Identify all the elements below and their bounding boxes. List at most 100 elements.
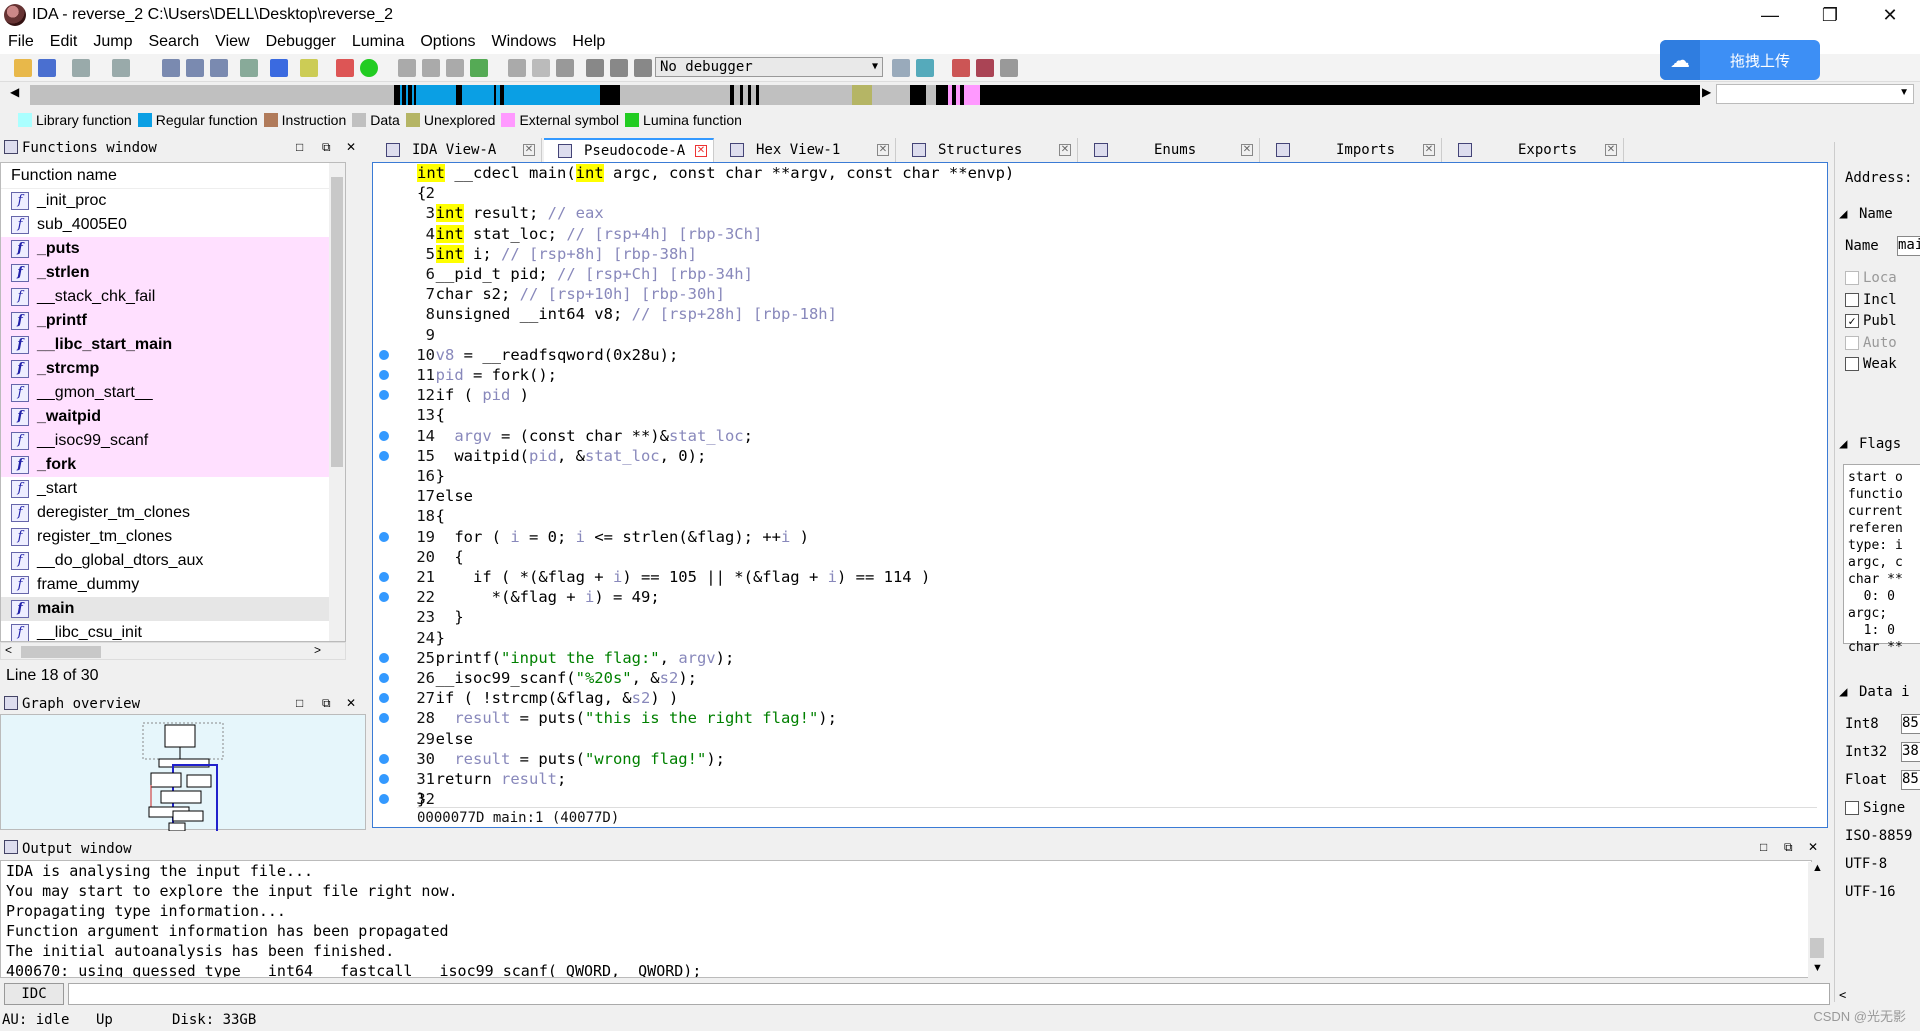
code-line[interactable]: 16 } [373,466,1827,486]
breakpoint-dot-icon[interactable] [379,370,389,380]
disassemble-icon[interactable] [240,59,258,77]
code-line[interactable]: 15 waitpid(pid, &stat_loc, 0); [373,446,1827,466]
function-row[interactable]: f __gmon_start__ [1,381,345,405]
horizontal-scrollbar[interactable]: < > [0,642,346,660]
code-line[interactable]: 29 else [373,729,1827,749]
scroll-down-icon[interactable]: ▼ [1812,962,1823,974]
breakpoint-dot-icon[interactable] [379,390,389,401]
close-icon[interactable]: ✕ [1605,144,1617,156]
function-row[interactable]: f _waitpid [1,405,345,429]
name-input[interactable]: mai [1897,236,1920,256]
option-checkbox[interactable]: ✓ Publ [1845,313,1897,329]
option-checkbox[interactable]: Weak [1845,356,1897,372]
pseudocode-icon[interactable] [300,59,318,77]
scrollbar-thumb[interactable] [21,646,101,658]
tab-pseudocode-a[interactable]: Pseudocode-A ✕ [544,138,714,162]
tab-hex-view-1[interactable]: Hex View-1 ✕ [716,138,896,162]
menu-windows[interactable]: Windows [483,33,564,51]
function-row[interactable]: f _fork [1,453,345,477]
tab-ida-view-a[interactable]: IDA View-A ✕ [372,138,542,162]
navigation-band[interactable] [30,85,1700,105]
function-row[interactable]: f deregister_tm_clones [1,501,345,525]
collapse-icon[interactable]: ◢ [1839,206,1847,222]
scroll-up-icon[interactable]: ▲ [1812,862,1823,874]
code-line[interactable]: 1int __cdecl main(int argc, const char *… [373,163,1827,183]
breakpoint-dot-icon[interactable] [379,572,389,582]
code-line[interactable]: 9 [373,325,1827,345]
function-row[interactable]: f _printf [1,309,345,333]
scroll-left-icon[interactable]: < [1839,988,1846,1002]
output-log[interactable]: IDA is analysing the input file... You ma… [0,860,1812,978]
breakpoint-dot-icon[interactable] [379,430,389,441]
close-icon[interactable]: ✕ [1423,144,1435,156]
menu-jump[interactable]: Jump [85,33,140,51]
nav-dropdown[interactable]: ▼ [1716,84,1914,104]
function-row[interactable]: f _puts [1,237,345,261]
close-icon[interactable]: ✕ [877,144,889,156]
function-row[interactable]: f __libc_csu_init [1,621,345,641]
attach-icon[interactable] [916,59,934,77]
tab-enums[interactable]: Enums ✕ [1080,138,1260,162]
nav-left-arrow-icon[interactable]: ◀ [10,85,19,99]
code-line[interactable]: 3 int result; // eax [373,203,1827,223]
menu-lumina[interactable]: Lumina [344,33,412,51]
back-icon[interactable] [72,59,90,77]
scrollbar[interactable] [329,163,345,641]
functions-list[interactable]: Function name f _init_proc f sub_4005E0 f _pu… [0,162,346,642]
code-line[interactable]: 8 unsigned __int64 v8; // [rsp+28h] [rbp… [373,304,1827,324]
function-row[interactable]: f _strlen [1,261,345,285]
breakpoint-dot-icon[interactable] [379,673,389,683]
breakpoint-dot-icon[interactable] [379,774,389,784]
function-row[interactable]: f _init_proc [1,189,345,213]
minimize-button[interactable]: — [1740,0,1800,30]
search-binary-icon[interactable] [186,59,204,77]
collapse-icon[interactable]: ◢ [1839,684,1847,700]
scroll-left-icon[interactable]: < [5,643,12,657]
function-row[interactable]: f _strcmp [1,357,345,381]
data-value-field[interactable]: 85 [1901,770,1920,790]
open-icon[interactable] [14,59,32,77]
code-line[interactable]: 31 return result; [373,769,1827,789]
save-icon[interactable] [38,59,56,77]
pause-icon[interactable] [610,59,628,77]
menu-help[interactable]: Help [564,33,613,51]
menu-options[interactable]: Options [412,33,483,51]
maximize-icon[interactable]: □ [296,140,303,154]
data-icon[interactable] [422,59,440,77]
close-button[interactable]: ✕ [1860,0,1920,30]
menu-edit[interactable]: Edit [42,33,86,51]
lumina-icon[interactable] [360,59,378,77]
code-line[interactable]: 10 v8 = __readfsqword(0x28u); [373,345,1827,365]
nav-right-arrow-icon[interactable]: ▶ [1702,85,1711,99]
function-row[interactable]: f main [1,597,345,621]
breakpoint-dot-icon[interactable] [379,713,389,724]
close-icon[interactable]: ✕ [523,144,535,156]
stop-icon[interactable] [634,59,652,77]
code-line[interactable]: 5 int i; // [rsp+8h] [rbp-38h] [373,244,1827,264]
close-icon[interactable]: ✕ [695,145,707,157]
data-value-field[interactable]: 38 [1901,742,1920,762]
breakpoint-dot-icon[interactable] [379,450,389,461]
function-row[interactable]: f frame_dummy [1,573,345,597]
close-icon[interactable]: ✕ [1241,144,1253,156]
code-line[interactable]: 23 } [373,607,1827,627]
code-line[interactable]: 6 __pid_t pid; // [rsp+Ch] [rbp-34h] [373,264,1827,284]
play-icon[interactable] [586,59,604,77]
code-line[interactable]: 14 argv = (const char **)&stat_loc; [373,426,1827,446]
column-header[interactable]: Function name [1,163,345,189]
breakpoint-dot-icon[interactable] [379,794,389,805]
function-row[interactable]: f sub_4005E0 [1,213,345,237]
struct-icon[interactable] [446,59,464,77]
code-line[interactable]: 11 pid = fork(); [373,365,1827,385]
function-row[interactable]: f __stack_chk_fail [1,285,345,309]
checkbox-box[interactable]: ✓ [1845,314,1859,328]
tools-icon[interactable] [1000,59,1018,77]
menu-file[interactable]: File [0,33,42,51]
code-line[interactable]: 24 } [373,628,1827,648]
maximize-icon[interactable]: □ [1760,840,1767,854]
string-icon[interactable] [508,59,526,77]
breakpoint-dot-icon[interactable] [379,693,389,704]
code-line[interactable]: 18 { [373,506,1827,526]
close-icon[interactable]: ✕ [346,696,356,710]
code-line[interactable]: 20 { [373,547,1827,567]
